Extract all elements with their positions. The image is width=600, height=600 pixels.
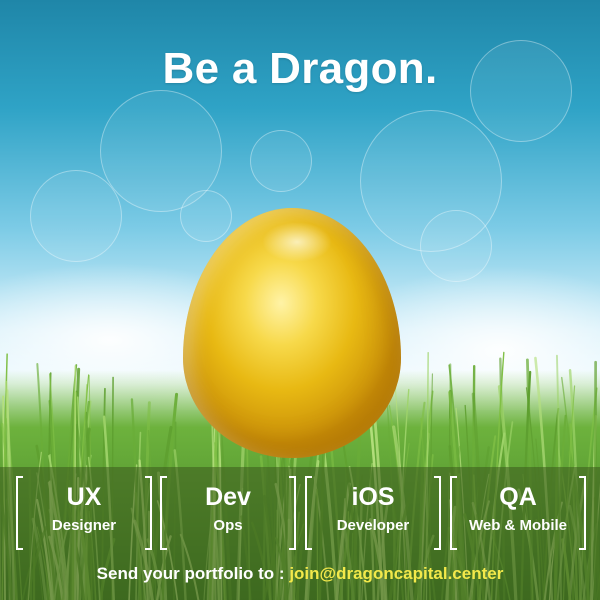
headline: Be a Dragon. <box>162 44 438 93</box>
role-title: iOS <box>351 483 395 511</box>
role-title: UX <box>66 483 102 511</box>
role-title: Dev <box>205 483 251 511</box>
bokeh-circle <box>30 170 122 262</box>
role-subtitle: Developer <box>336 517 410 534</box>
role-title: QA <box>499 483 537 511</box>
role-subtitle: Designer <box>51 517 117 534</box>
footer-cta: Send your portfolio to : join@dragoncapi… <box>0 562 600 586</box>
role-ios-developer: iOS Developer <box>305 476 441 550</box>
egg-highlight <box>262 222 332 262</box>
role-qa-web-mobile: QA Web & Mobile <box>450 476 586 550</box>
bokeh-circle <box>250 130 312 192</box>
role-ux-designer: UX Designer <box>16 476 152 550</box>
role-subtitle: Ops <box>213 517 243 534</box>
role-dev-ops: Dev Ops <box>160 476 296 550</box>
ad-banner: Be a Dragon. UX Designer Dev Ops iOS Dev… <box>0 0 600 600</box>
bokeh-circle <box>420 210 492 282</box>
footer-prefix: Send your portfolio to : <box>96 564 290 583</box>
bokeh-circle <box>180 190 232 242</box>
email-link[interactable]: join@dragoncapital.center <box>289 564 503 583</box>
role-subtitle: Web & Mobile <box>468 517 568 534</box>
